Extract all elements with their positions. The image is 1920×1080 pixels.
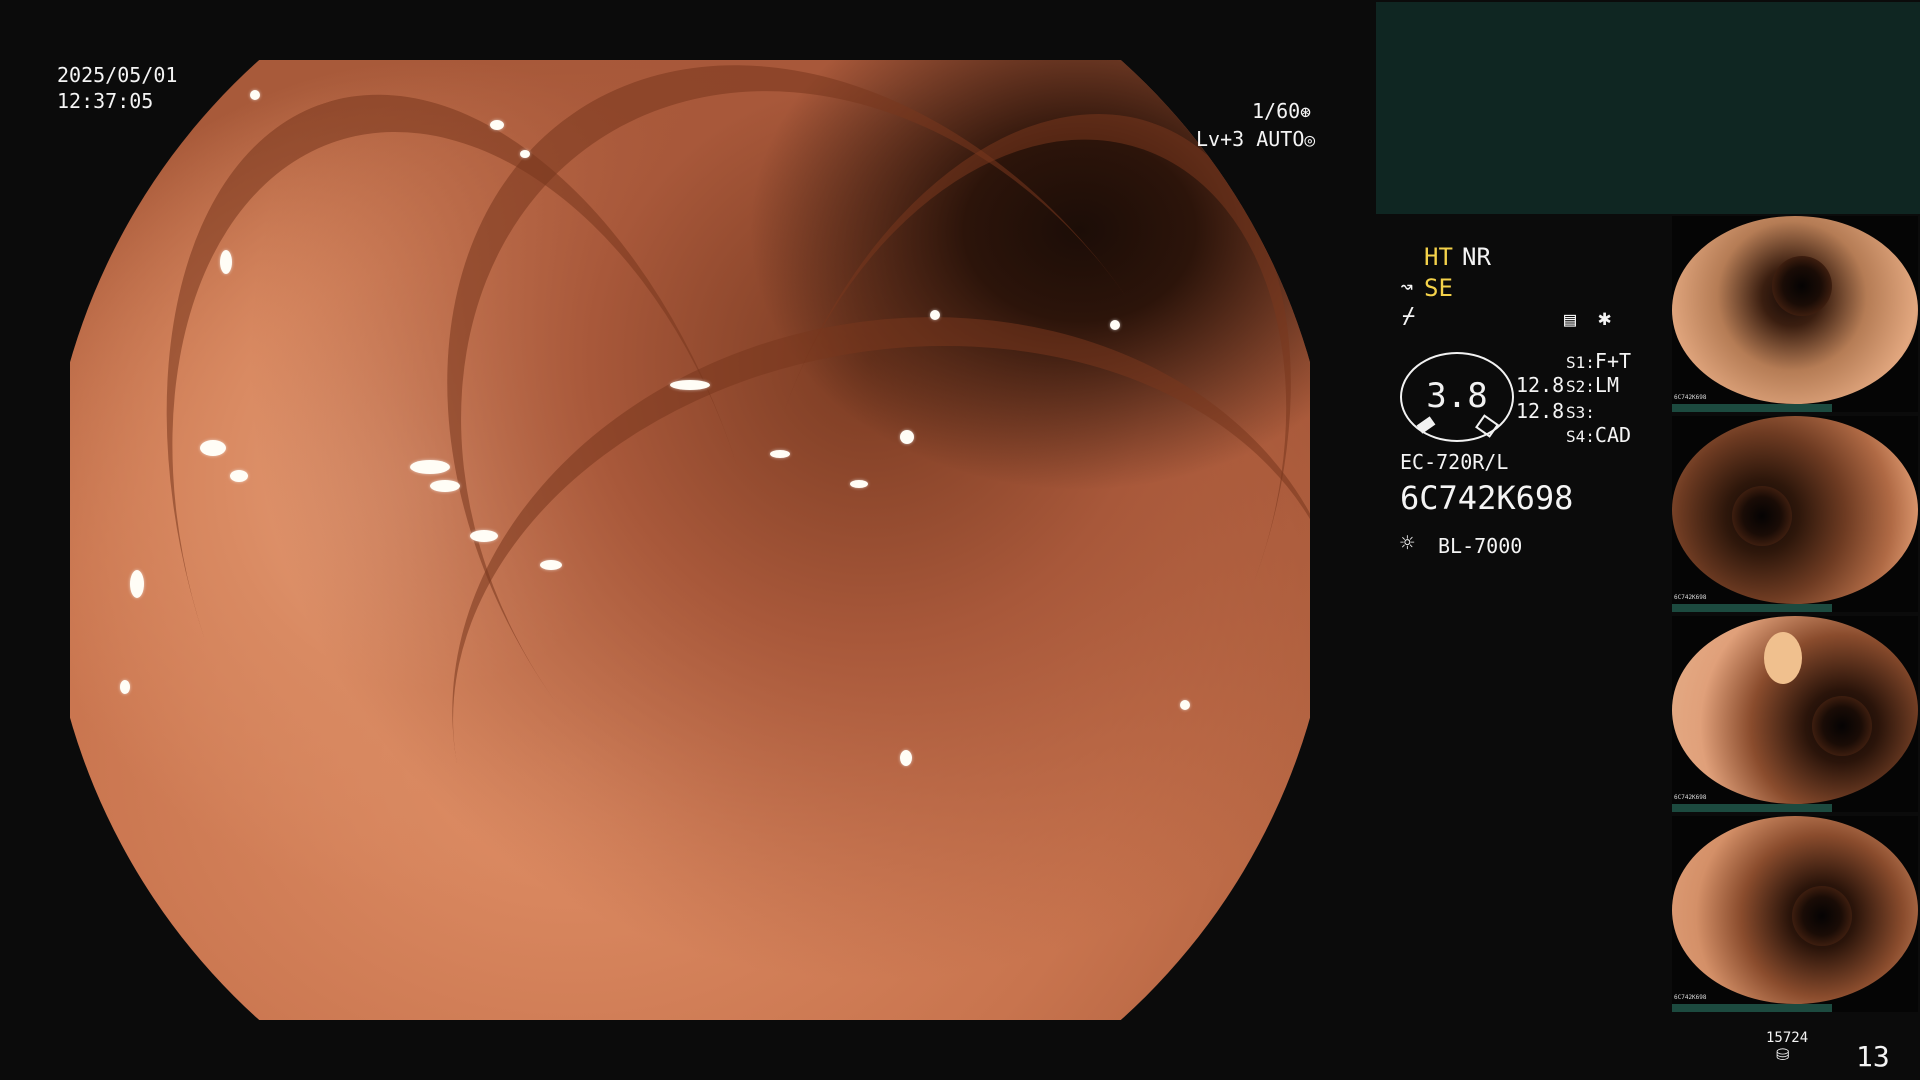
captured-thumbnail[interactable]: 6C742K698: [1672, 816, 1918, 1012]
switch-s1-value: F+T: [1594, 349, 1632, 373]
specular-highlight: [490, 120, 504, 130]
specular-highlight: [470, 530, 498, 542]
switch-s2: S2:LM: [1566, 372, 1619, 400]
specular-highlight: [770, 450, 790, 458]
switch-s2-value: LM: [1594, 373, 1619, 397]
shutter-speed: 1/60⊛: [1252, 98, 1311, 126]
specular-highlight: [1180, 700, 1190, 710]
specular-highlight: [930, 310, 940, 320]
insertion-gauge: 3.8: [1400, 352, 1514, 442]
specular-highlight: [120, 680, 130, 694]
thumbnail-status-bar: [1672, 604, 1832, 612]
thumbnail-lumen: [1792, 886, 1852, 946]
gauge-value: 3.8: [1426, 376, 1488, 416]
gauge-lower-value: 12.8: [1516, 399, 1565, 423]
captured-thumbnail[interactable]: 6C742K698: [1672, 416, 1918, 612]
date-label: 2025/05/01: [57, 63, 178, 87]
scope-serial: 6C742K698: [1400, 479, 1574, 517]
thumbnail-status-bar: [1672, 404, 1832, 412]
specular-highlight: [200, 440, 226, 456]
specular-highlight: [670, 380, 710, 390]
switch-s4: S4:CAD: [1566, 422, 1631, 450]
switch-s4-value: CAD: [1594, 423, 1632, 447]
storage-remaining: 15724: [1766, 1030, 1809, 1046]
specular-highlight: [230, 470, 248, 482]
brightness-level: Lv+3 AUTO◎: [1196, 126, 1315, 154]
thumbnail-lumen: [1772, 256, 1832, 316]
endoscopic-live-view: [70, 60, 1310, 1020]
specular-highlight: [250, 90, 260, 100]
specular-highlight: [900, 750, 912, 766]
thumbnail-lumen: [1812, 696, 1872, 756]
thumbnail-polyp: [1764, 632, 1802, 684]
captured-thumbnail[interactable]: 6C742K698: [1672, 616, 1918, 812]
image-count: 13: [1856, 1040, 1890, 1073]
captured-thumbnail[interactable]: 6C742K698: [1672, 216, 1918, 412]
level-value: Lv+3: [1196, 127, 1245, 151]
color-enhance-icon: ⌿: [1402, 304, 1416, 329]
asterisk-icon: ✱: [1598, 306, 1612, 331]
thumbnail-image: [1672, 416, 1918, 604]
specular-highlight: [900, 430, 914, 444]
specular-highlight: [850, 480, 868, 488]
specular-highlight: [410, 460, 450, 474]
structure-enhance-icon: ↝: [1400, 275, 1414, 300]
thumbnail-status-bar: [1672, 1004, 1832, 1012]
switch-s3-label: S3:: [1566, 403, 1595, 422]
specular-highlight: [540, 560, 562, 570]
storage-icon: ⛁: [1776, 1045, 1790, 1064]
shutter-icon: ⊛: [1300, 102, 1312, 123]
thumbnail-lumen: [1732, 486, 1792, 546]
gauge-marker-left: [1416, 416, 1436, 434]
thumbnail-label: 6C742K698: [1674, 594, 1707, 601]
specular-highlight: [220, 250, 232, 274]
light-source-model: BL-7000: [1438, 534, 1523, 558]
switch-s4-label: S4:: [1566, 427, 1595, 446]
scope-model: EC-720R/L: [1400, 450, 1509, 474]
gauge-marker-right: [1475, 414, 1499, 438]
nr-indicator: NR: [1462, 243, 1491, 271]
se-indicator: SE: [1424, 274, 1453, 302]
gauge-upper-value: 12.8: [1516, 373, 1565, 397]
specular-highlight: [1110, 320, 1120, 330]
endoscopy-monitor: { "datetime": { "date": "2025/05/01", "t…: [0, 0, 1920, 1080]
specular-highlight: [130, 570, 144, 598]
specular-highlight: [430, 480, 460, 492]
auto-iris-icon: ◎: [1304, 130, 1316, 151]
patient-info-panel: [1376, 2, 1920, 214]
thumbnail-status-bar: [1672, 804, 1832, 812]
thumbnail-label: 6C742K698: [1674, 794, 1707, 801]
time-label: 12:37:05: [57, 89, 154, 113]
switch-s2-label: S2:: [1566, 377, 1595, 396]
shutter-value: 1/60: [1252, 99, 1301, 123]
thumbnail-label: 6C742K698: [1674, 994, 1707, 1001]
light-source-icon: ☼: [1400, 529, 1415, 557]
iris-mode: AUTO: [1256, 127, 1305, 151]
switch-s1-label: S1:: [1566, 353, 1595, 372]
memory-icon: ▤: [1564, 307, 1577, 331]
specular-highlight: [520, 150, 530, 158]
ht-indicator: HT: [1424, 243, 1453, 271]
thumbnail-label: 6C742K698: [1674, 394, 1707, 401]
